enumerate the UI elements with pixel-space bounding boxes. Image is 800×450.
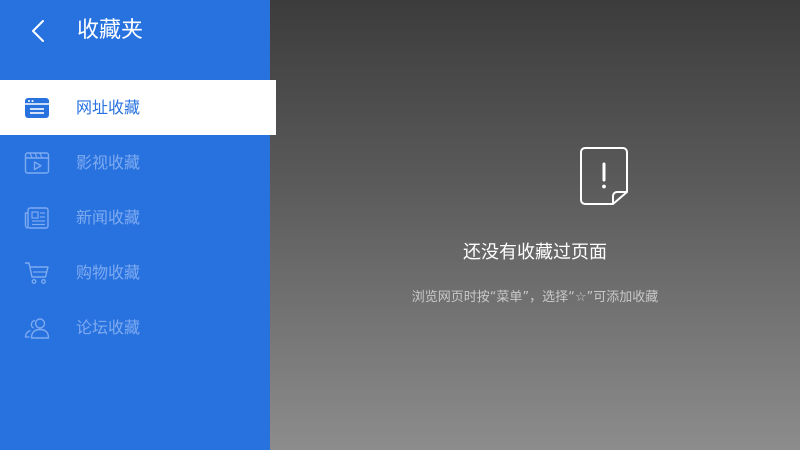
sidebar: 收藏夹 网址收藏 影视收藏 新闻收藏 购物收藏 论坛收藏 bbox=[0, 0, 276, 450]
sidebar-item-forums[interactable]: 论坛收藏 bbox=[0, 300, 270, 355]
browser-window-icon bbox=[25, 98, 49, 118]
header: 收藏夹 bbox=[0, 0, 270, 62]
newspaper-icon bbox=[24, 207, 49, 229]
chevron-left-icon bbox=[32, 20, 44, 42]
sidebar-item-label: 影视收藏 bbox=[76, 153, 141, 172]
users-icon bbox=[24, 318, 50, 339]
page-title: 收藏夹 bbox=[77, 18, 144, 43]
shopping-cart-icon bbox=[24, 262, 49, 284]
sidebar-item-websites[interactable]: 网址收藏 bbox=[0, 80, 276, 135]
video-clapper-icon bbox=[24, 152, 50, 174]
sidebar-item-label: 论坛收藏 bbox=[76, 318, 141, 337]
empty-state-hint: 浏览网页时按“菜单”，选择“☆”可添加收藏 bbox=[411, 290, 659, 305]
favorites-screen: 收藏夹 网址收藏 影视收藏 新闻收藏 购物收藏 论坛收藏 还没有收藏过页面 浏览… bbox=[0, 0, 800, 450]
sidebar-item-shopping[interactable]: 购物收藏 bbox=[0, 245, 270, 300]
sidebar-item-label: 网址收藏 bbox=[76, 98, 141, 117]
back-button[interactable] bbox=[22, 14, 56, 48]
sidebar-item-news[interactable]: 新闻收藏 bbox=[0, 190, 270, 245]
sidebar-item-videos[interactable]: 影视收藏 bbox=[0, 135, 270, 190]
empty-state: 还没有收藏过页面 浏览网页时按“菜单”，选择“☆”可添加收藏 bbox=[270, 0, 800, 450]
sidebar-item-label: 购物收藏 bbox=[76, 263, 141, 282]
empty-state-title: 还没有收藏过页面 bbox=[463, 242, 607, 263]
exclamation-document-icon bbox=[580, 147, 628, 205]
sidebar-item-label: 新闻收藏 bbox=[76, 208, 141, 227]
sidebar-nav: 网址收藏 影视收藏 新闻收藏 购物收藏 论坛收藏 bbox=[0, 80, 276, 355]
